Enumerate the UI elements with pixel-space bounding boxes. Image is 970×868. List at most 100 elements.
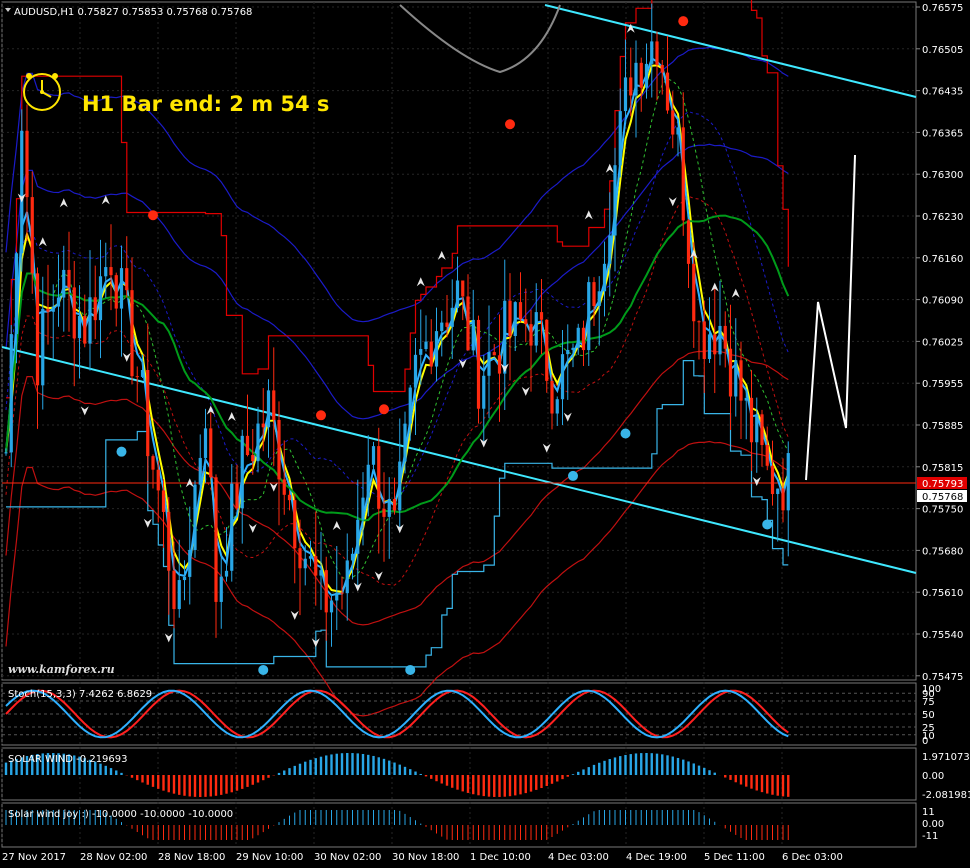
candle-body bbox=[749, 397, 754, 443]
solar-wind-bar bbox=[335, 753, 338, 775]
candle-body bbox=[576, 327, 580, 348]
solar-wind-bar bbox=[561, 775, 564, 780]
solar-wind-bar bbox=[729, 775, 732, 780]
solar-wind-bar bbox=[582, 769, 585, 775]
solar-wind-bar bbox=[472, 775, 475, 795]
resistance-dot bbox=[148, 210, 158, 221]
candle-body bbox=[335, 592, 339, 601]
stoch-label: Stoch(15,3,3) 7.4262 6.8629 bbox=[8, 689, 152, 700]
solar-wind-bar bbox=[314, 758, 317, 775]
candle-body bbox=[713, 334, 717, 355]
solar-wind-bar bbox=[419, 773, 422, 775]
solar-wind-bar bbox=[325, 755, 328, 775]
candle-body bbox=[739, 360, 743, 401]
solar-wind-bar bbox=[414, 771, 417, 775]
candle-body bbox=[67, 269, 71, 288]
time-tick-label: 27 Nov 2017 bbox=[2, 852, 66, 863]
solar-wind-bar bbox=[634, 753, 638, 775]
solar-wind-bar bbox=[666, 755, 669, 775]
candle-body bbox=[581, 327, 586, 351]
candle-body bbox=[282, 479, 286, 495]
candle-body bbox=[692, 263, 696, 322]
solar-wind-bar bbox=[230, 775, 233, 793]
solar-wind-bar bbox=[440, 775, 443, 784]
solar-wind-bar bbox=[529, 775, 533, 792]
time-tick-label: 5 Dec 11:00 bbox=[704, 852, 765, 863]
candle-body bbox=[466, 296, 470, 351]
solar-wind-bar bbox=[435, 775, 438, 782]
candle-body bbox=[235, 483, 239, 509]
candle-body bbox=[361, 497, 365, 520]
solar-wind-bar bbox=[178, 775, 181, 795]
candle-body bbox=[555, 399, 559, 414]
resistance-dot bbox=[379, 404, 389, 415]
candle-body bbox=[650, 41, 654, 64]
candle-body bbox=[261, 423, 265, 428]
candle-body bbox=[629, 77, 633, 96]
candle-body bbox=[592, 282, 596, 307]
solar-wind-bar bbox=[771, 775, 774, 795]
candle-body bbox=[529, 324, 533, 346]
solar-wind-bar bbox=[482, 775, 485, 797]
time-tick-label: 6 Dec 03:00 bbox=[782, 852, 843, 863]
candle-body bbox=[125, 268, 129, 291]
solar-wind-bar bbox=[650, 753, 653, 775]
last-price-label: 0.75768 bbox=[922, 492, 963, 503]
candle-body bbox=[534, 312, 538, 346]
candle-body bbox=[618, 111, 622, 166]
solar-wind-bar bbox=[456, 775, 459, 790]
stoch-tick: 50 bbox=[922, 710, 935, 721]
candle-body bbox=[602, 263, 607, 292]
support-dot bbox=[762, 519, 773, 530]
solar-wind-bar bbox=[430, 775, 433, 779]
candle-body bbox=[172, 570, 176, 610]
candle-body bbox=[245, 435, 250, 456]
solar-wind-bar bbox=[540, 775, 543, 789]
price-tick-label: 0.75540 bbox=[922, 630, 963, 641]
candle-body bbox=[193, 484, 197, 550]
solar-wind-bar bbox=[676, 757, 680, 775]
candle-body bbox=[497, 355, 502, 374]
price-tick-label: 0.75750 bbox=[922, 505, 963, 516]
candle-body bbox=[524, 319, 528, 325]
solar-wind-bar bbox=[750, 775, 753, 789]
candle-body bbox=[744, 397, 748, 401]
candle-body bbox=[476, 319, 481, 409]
solar-wind-bar bbox=[157, 775, 160, 789]
solar-wind-bar bbox=[99, 763, 102, 775]
candle-body bbox=[151, 456, 155, 470]
candle-body bbox=[46, 308, 50, 312]
chart-root: 100907550251001.9710730.00-2.081981110.0… bbox=[1, 0, 970, 863]
candle-body bbox=[765, 444, 769, 466]
candle-body bbox=[550, 380, 554, 414]
candle-body bbox=[639, 62, 643, 88]
candle-body bbox=[350, 553, 355, 561]
last-price-tag: 0.75768 bbox=[917, 490, 967, 503]
solar-wind-bar bbox=[461, 775, 464, 792]
solar-wind-bar bbox=[508, 775, 512, 797]
price-tick-label: 0.75475 bbox=[922, 672, 963, 683]
solar-wind-bar bbox=[514, 775, 517, 796]
candle-body bbox=[30, 197, 34, 274]
ref-price-tag: 0.75793 bbox=[917, 477, 967, 490]
solar-wind-bar bbox=[367, 754, 370, 775]
solar-joy-tick: -11 bbox=[922, 831, 938, 842]
solar-wind-bar bbox=[524, 775, 527, 794]
solar-wind-bar bbox=[671, 756, 674, 775]
price-tick-label: 0.76160 bbox=[922, 254, 963, 265]
candle-body bbox=[697, 321, 701, 323]
candle-body bbox=[366, 464, 370, 498]
solar-wind-bar bbox=[214, 775, 218, 796]
solar-wind-bar bbox=[703, 767, 706, 775]
candle-body bbox=[419, 348, 423, 355]
candle-body bbox=[776, 488, 780, 495]
candle-body bbox=[4, 452, 8, 454]
time-tick-label: 29 Nov 10:00 bbox=[236, 852, 303, 863]
solar-joy-tick: 11 bbox=[922, 807, 935, 818]
solar-wind-bar bbox=[288, 768, 291, 775]
candle-body bbox=[41, 308, 45, 386]
candle-body bbox=[356, 519, 360, 554]
candle-body bbox=[770, 465, 775, 495]
candle-body bbox=[329, 600, 334, 613]
price-tick-label: 0.76230 bbox=[922, 212, 963, 223]
